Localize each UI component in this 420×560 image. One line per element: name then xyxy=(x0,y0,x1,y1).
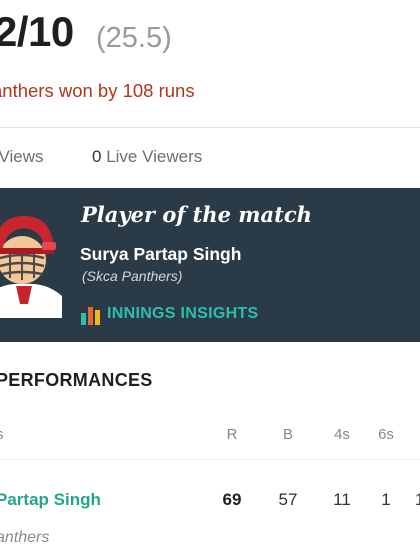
divider xyxy=(0,459,420,460)
player-fours: 11 xyxy=(333,490,351,509)
innings-insights-label: INNINGS INSIGHTS xyxy=(107,305,259,322)
table-row[interactable]: Partap Singh 69 57 11 1 1 xyxy=(0,490,420,514)
player-sixes: 1 xyxy=(381,490,391,509)
player-of-match-card[interactable]: Player of the match Surya Partap Singh (… xyxy=(0,188,420,342)
player-of-match-title: Player of the match xyxy=(81,202,312,227)
player-runs: 69 xyxy=(222,490,242,509)
table-header: s R B 4s 6s xyxy=(0,426,420,448)
player-strike-rate-partial: 1 xyxy=(415,490,420,509)
bar-chart-icon xyxy=(81,307,100,325)
cricketer-avatar-icon xyxy=(0,216,62,318)
player-team: anthers xyxy=(0,529,50,546)
total-views-label: l Views xyxy=(0,147,44,166)
column-header-fours: 4s xyxy=(334,426,350,443)
column-header-sixes: 6s xyxy=(378,426,394,443)
column-header-name: s xyxy=(0,426,4,443)
divider xyxy=(0,127,420,128)
player-of-match-team: (Skca Panthers) xyxy=(82,268,183,284)
live-viewers: 0 Live Viewers xyxy=(92,147,202,167)
column-header-balls: B xyxy=(282,426,294,443)
player-name-link[interactable]: Partap Singh xyxy=(0,490,101,510)
column-header-runs: R xyxy=(226,426,238,443)
overs-count: (25.5) xyxy=(96,22,172,54)
performances-heading: PERFORMANCES xyxy=(0,370,153,390)
team-score: 2/10 xyxy=(0,8,74,55)
live-viewers-count: 0 xyxy=(92,147,102,166)
live-viewers-label: Live Viewers xyxy=(106,147,203,166)
match-result: anthers won by 108 runs xyxy=(0,80,195,101)
player-of-match-name[interactable]: Surya Partap Singh xyxy=(80,244,241,265)
player-balls: 57 xyxy=(278,490,298,509)
